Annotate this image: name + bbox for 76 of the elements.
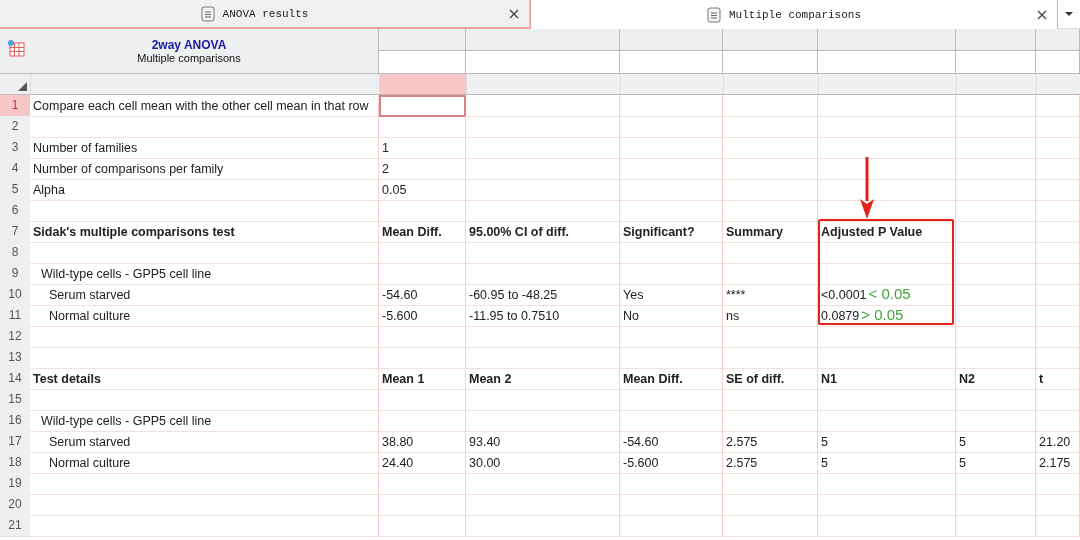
- table-cell[interactable]: Mean 1: [379, 368, 466, 390]
- table-cell[interactable]: 95.00% CI of diff.: [466, 221, 620, 243]
- row-number[interactable]: 10: [0, 284, 30, 306]
- table-cell[interactable]: 30.00: [466, 452, 620, 474]
- row-number[interactable]: 5: [0, 179, 30, 201]
- tab[interactable]: Multiple comparisons: [530, 0, 1058, 29]
- table-cell[interactable]: ****: [723, 284, 818, 306]
- table-cell[interactable]: Alpha: [30, 179, 379, 201]
- table-cell[interactable]: Number of families: [30, 137, 379, 159]
- table-cell[interactable]: Yes: [620, 284, 723, 306]
- table-cell[interactable]: Serum starved: [30, 431, 379, 453]
- table-cell[interactable]: 2: [379, 158, 466, 180]
- table-cell[interactable]: 5: [818, 452, 956, 474]
- tab[interactable]: ANOVA results: [0, 0, 530, 29]
- table-cell[interactable]: -54.60: [379, 284, 466, 306]
- table-cell[interactable]: Mean 2: [466, 368, 620, 390]
- table-cell[interactable]: Mean Diff.: [379, 221, 466, 243]
- table-cell[interactable]: -5.600: [379, 305, 466, 327]
- table-cell[interactable]: Adjusted P Value: [818, 221, 956, 243]
- annotation-text: < 0.05: [868, 285, 911, 303]
- table-cell[interactable]: 5: [818, 431, 956, 453]
- table-cell[interactable]: Normal culture: [30, 452, 379, 474]
- table-cell[interactable]: Summary: [723, 221, 818, 243]
- table-cell[interactable]: 38.80: [379, 431, 466, 453]
- row-number[interactable]: 11: [0, 305, 30, 327]
- table-cell[interactable]: Wild-type cells - GPP5 cell line: [30, 263, 379, 285]
- table-cell[interactable]: t: [1036, 368, 1080, 390]
- row-number[interactable]: 15: [0, 389, 30, 411]
- table-cell[interactable]: -11.95 to 0.7510: [466, 305, 620, 327]
- row-number[interactable]: 18: [0, 452, 30, 474]
- table-cell[interactable]: Sidak's multiple comparisons test: [30, 221, 379, 243]
- table-cell[interactable]: Serum starved: [30, 284, 379, 306]
- row-number[interactable]: 12: [0, 326, 30, 348]
- row-number[interactable]: 3: [0, 137, 30, 159]
- table-cell[interactable]: 5: [956, 452, 1036, 474]
- row-number[interactable]: 19: [0, 473, 30, 495]
- table-cell[interactable]: Compare each cell mean with the other cell mean in that row: [30, 95, 379, 117]
- sheet-title: 2way ANOVA: [151, 38, 227, 52]
- row-number[interactable]: 14: [0, 368, 30, 390]
- table-cell[interactable]: ns: [723, 305, 818, 327]
- row-number[interactable]: 2: [0, 116, 30, 138]
- row-number[interactable]: 17: [0, 431, 30, 453]
- table-cell[interactable]: 2.575: [723, 431, 818, 453]
- table-cell[interactable]: Number of comparisons per family: [30, 158, 379, 180]
- table-cell[interactable]: Wild-type cells - GPP5 cell line: [30, 410, 379, 432]
- table-cell[interactable]: -60.95 to -48.25: [466, 284, 620, 306]
- row-number[interactable]: 20: [0, 494, 30, 516]
- table-cell[interactable]: 2.575: [723, 452, 818, 474]
- table-cell[interactable]: N2: [956, 368, 1036, 390]
- table-cell[interactable]: SE of diff.: [723, 368, 818, 390]
- table-cell[interactable]: Normal culture: [30, 305, 379, 327]
- table-cell[interactable]: 2.175: [1036, 452, 1080, 474]
- sheet-subtitle: Multiple comparisons: [137, 52, 241, 64]
- row-number[interactable]: 16: [0, 410, 30, 432]
- table-cell[interactable]: N1: [818, 368, 956, 390]
- row-number[interactable]: 21: [0, 515, 30, 537]
- table-cell[interactable]: 5: [956, 431, 1036, 453]
- annotation-text: > 0.05: [861, 306, 904, 324]
- table-cell[interactable]: 1: [379, 137, 466, 159]
- row-number[interactable]: 6: [0, 200, 30, 222]
- row-number[interactable]: 7: [0, 221, 30, 243]
- table-cell[interactable]: Significant?: [620, 221, 723, 243]
- table-cell[interactable]: 21.20: [1036, 431, 1080, 453]
- table-cell[interactable]: Mean Diff.: [620, 368, 723, 390]
- row-number[interactable]: 8: [0, 242, 30, 264]
- row-number[interactable]: 13: [0, 347, 30, 369]
- table-cell[interactable]: 24.40: [379, 452, 466, 474]
- table-cell[interactable]: -54.60: [620, 431, 723, 453]
- table-cell[interactable]: 0.05: [379, 179, 466, 201]
- table-cell[interactable]: 93.40: [466, 431, 620, 453]
- table-cell[interactable]: -5.600: [620, 452, 723, 474]
- row-number[interactable]: 9: [0, 263, 30, 285]
- table-cell[interactable]: Test details: [30, 368, 379, 390]
- table-cell[interactable]: No: [620, 305, 723, 327]
- row-number[interactable]: 4: [0, 158, 30, 180]
- row-number[interactable]: 1: [0, 95, 30, 117]
